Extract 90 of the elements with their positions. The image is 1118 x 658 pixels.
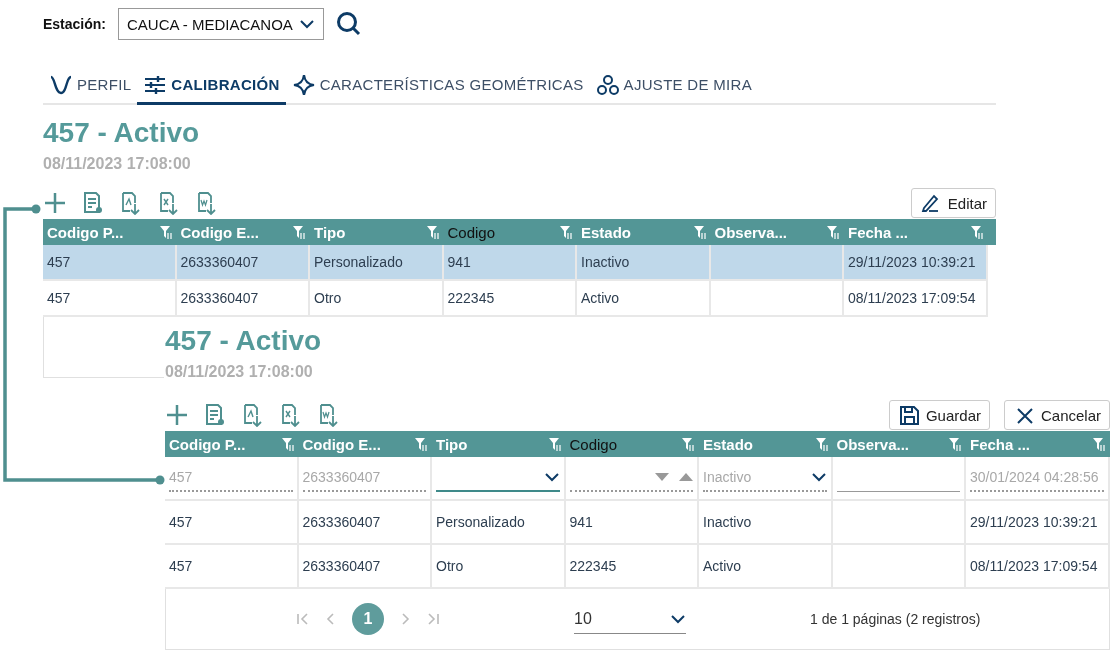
sparkle-icon: [291, 72, 316, 97]
column-header: Fecha ...: [848, 223, 909, 241]
pdf-download-icon[interactable]: [119, 191, 143, 215]
table-cell: 457: [165, 545, 299, 589]
document-edit-icon[interactable]: [81, 191, 105, 215]
tab[interactable]: CALIBRACIÓN: [137, 67, 286, 105]
table-cell: Personalizado: [310, 245, 444, 281]
record-title: 457 - Activo: [43, 117, 201, 149]
document-edit-icon[interactable]: [203, 403, 227, 427]
table-cell: Activo: [577, 281, 711, 317]
table-cell: Otro: [432, 545, 566, 589]
filter-icon[interactable]: [814, 436, 829, 452]
record-title: 457 - Activo: [165, 325, 323, 357]
table-cell: 2633360407: [176, 281, 310, 317]
table-cell: 457: [43, 245, 177, 281]
plus-icon[interactable]: [43, 191, 67, 215]
filter-icon[interactable]: [681, 436, 695, 452]
record-date: 08/11/2023 17:08:00: [165, 363, 314, 381]
table-cell: 941: [443, 245, 577, 281]
table-cell: Inactivo: [699, 501, 833, 545]
tab[interactable]: PERFIL: [43, 67, 138, 105]
edit-button[interactable]: Editar: [910, 188, 996, 218]
tab[interactable]: CARACTERÍSTICAS GEOMÉTRICAS: [285, 67, 590, 105]
table-cell: Personalizado: [432, 501, 566, 545]
table-cell: 222345: [443, 281, 577, 317]
gears-icon: [595, 72, 620, 97]
page-summary: 1 de 1 páginas (2 registros): [810, 611, 981, 627]
last-page-icon[interactable]: [426, 612, 440, 626]
filter-icon[interactable]: [425, 224, 440, 240]
table-cell: Otro: [310, 281, 444, 317]
readonly-field: 457: [169, 464, 293, 492]
readonly-field: 30/01/2024 04:28:56: [970, 464, 1104, 492]
column-header: Codigo P...: [47, 223, 124, 241]
filter-icon[interactable]: [692, 224, 707, 240]
pdf-download-icon[interactable]: [241, 403, 265, 427]
filter-icon[interactable]: [414, 436, 428, 452]
search-icon[interactable]: [336, 11, 362, 37]
save-button[interactable]: Guardar: [888, 400, 990, 430]
table-cell: Inactivo: [577, 245, 711, 281]
readonly-field: 2633360407: [302, 464, 426, 492]
chevron-down-icon: [543, 470, 560, 484]
excel-download-icon[interactable]: [279, 403, 303, 427]
station-dropdown[interactable]: CAUCA - MEDIACANOA: [118, 8, 324, 40]
column-header: Codigo: [447, 223, 496, 241]
table-cell: 457: [43, 281, 177, 317]
word-download-icon[interactable]: [195, 191, 219, 215]
column-header: Estado: [703, 435, 753, 453]
filter-icon[interactable]: [158, 224, 173, 240]
table-cell: 08/11/2023 17:09:54: [844, 281, 988, 317]
table-cell: 941: [565, 501, 699, 545]
column-header: Tipo: [436, 435, 468, 453]
column-header: Fecha ...: [970, 435, 1031, 453]
filter-icon[interactable]: [1092, 436, 1106, 452]
spin-up-icon[interactable]: [679, 473, 693, 481]
plus-icon[interactable]: [165, 403, 189, 427]
column-header: Observa...: [714, 223, 788, 241]
station-label: Estación:: [43, 16, 106, 32]
table-cell: 2633360407: [298, 501, 432, 545]
chevron-down-icon: [299, 17, 315, 31]
record-date: 08/11/2023 17:08:00: [43, 155, 192, 173]
column-header: Observa...: [836, 435, 910, 453]
table-cell: 222345: [565, 545, 699, 589]
table-cell: 457: [165, 501, 299, 545]
excel-download-icon[interactable]: [157, 191, 181, 215]
table-cell: Activo: [699, 545, 833, 589]
table-cell: 29/11/2023 10:39:21: [844, 245, 988, 281]
filter-icon[interactable]: [280, 436, 295, 452]
first-page-icon[interactable]: [296, 612, 310, 626]
column-header: Tipo: [314, 223, 346, 241]
filter-icon[interactable]: [970, 224, 984, 240]
column-header: Codigo E...: [180, 223, 259, 241]
word-download-icon[interactable]: [317, 403, 341, 427]
tab[interactable]: AJUSTE DE MIRA: [589, 67, 758, 105]
filter-icon[interactable]: [559, 224, 573, 240]
filter-icon[interactable]: [948, 436, 962, 452]
cancel-button[interactable]: Cancelar: [1003, 400, 1110, 430]
column-header: Codigo P...: [169, 435, 246, 453]
page-size-dropdown[interactable]: 10: [574, 604, 686, 634]
table-cell: 08/11/2023 17:09:54: [966, 545, 1110, 589]
filter-icon[interactable]: [826, 224, 840, 240]
spin-down-icon[interactable]: [655, 473, 669, 481]
column-header: Codigo: [569, 435, 618, 453]
chevron-down-icon: [810, 470, 827, 484]
table-cell: 2633360407: [176, 245, 310, 281]
column-header: Estado: [581, 223, 631, 241]
filter-icon[interactable]: [292, 224, 306, 240]
table-cell: 2633360407: [298, 545, 432, 589]
table-cell: 29/11/2023 10:39:21: [966, 501, 1110, 545]
filter-icon[interactable]: [547, 436, 562, 452]
column-header: Codigo E...: [302, 435, 381, 453]
